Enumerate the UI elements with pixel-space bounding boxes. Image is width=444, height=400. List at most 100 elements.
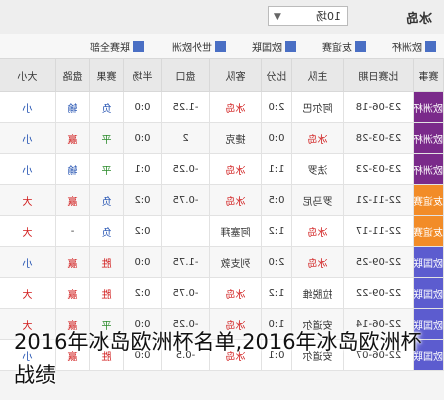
competition-cell: 友谊赛 — [413, 215, 444, 247]
filter-friendly[interactable]: 友谊赛 — [322, 39, 366, 54]
result-cell: 负 — [89, 215, 124, 247]
score-cell: 2:0 — [261, 91, 292, 123]
date-cell: 22-09-22 — [343, 277, 414, 309]
competition-filters: 欧洲杯 友谊赛 欧国联 世外欧洲 联赛全部 — [0, 34, 444, 59]
column-header: 半场 — [123, 58, 162, 92]
match-count-value: 10场 — [316, 10, 341, 23]
result-cell: 胜 — [89, 246, 124, 278]
table-row[interactable]: 欧国联 22-09-22 拉脱维 1:2 冰岛 -0.75 0:2 胜赢大 — [0, 277, 444, 309]
column-header: 客队 — [209, 58, 262, 92]
date-cell: 23-03-28 — [343, 122, 414, 154]
checkbox-icon[interactable] — [285, 41, 296, 52]
table-row[interactable]: 欧洲杯 23-03-23 法罗 1:1 冰岛 -0.25 0:1 平输小 — [0, 153, 444, 185]
checkbox-icon[interactable] — [425, 41, 436, 52]
handicap-line-cell: -1.75 — [161, 246, 210, 278]
handicap-result-cell: 输 — [55, 91, 90, 123]
handicap-line-cell: -0.75 — [161, 277, 210, 309]
home-team-cell: 拉脱维 — [291, 277, 344, 309]
home-team-cell: 冰岛 — [291, 246, 344, 278]
competition-cell: 欧国联 — [413, 246, 444, 278]
home-team-cell: 冰岛 — [291, 215, 344, 247]
halftime-cell: 0:0 — [123, 91, 162, 123]
over-under-cell: 小 — [0, 153, 56, 185]
filter-label: 友谊赛 — [322, 43, 352, 54]
date-cell: 22-11-17 — [343, 215, 414, 247]
checkbox-icon[interactable] — [355, 41, 366, 52]
top-bar: 冰岛 10场 ▼ — [0, 0, 444, 35]
filter-nations[interactable]: 欧国联 — [252, 39, 296, 54]
competition-cell: 欧洲杯 — [413, 122, 444, 154]
team-name: 冰岛 — [405, 12, 432, 27]
column-header: 盘路 — [55, 58, 90, 92]
competition-cell: 友谊赛 — [413, 184, 444, 216]
handicap-result-cell: - — [55, 215, 90, 247]
away-team-cell: 冰岛 — [209, 153, 262, 185]
match-count-select[interactable]: 10场 ▼ — [268, 6, 348, 26]
column-header: 赛果 — [89, 58, 124, 92]
home-team-cell: 法罗 — [291, 153, 344, 185]
filter-label: 欧国联 — [252, 43, 282, 54]
handicap-result-cell: 赢 — [55, 277, 90, 309]
column-header: 主队 — [291, 58, 344, 92]
score-cell: 1:2 — [261, 277, 292, 309]
result-cell: 负 — [89, 184, 124, 216]
table-row[interactable]: 欧洲杯 23-06-18 阿尔巴 2:0 冰岛 -1.25 0:0 负输小 — [0, 91, 444, 123]
filter-all[interactable]: 联赛全部 — [90, 39, 144, 54]
handicap-line-cell: -1.25 — [161, 91, 210, 123]
filter-euro[interactable]: 欧洲杯 — [392, 39, 436, 54]
home-team-cell: 冰岛 — [291, 122, 344, 154]
over-under-cell: 大 — [0, 215, 56, 247]
score-cell: 0:5 — [261, 184, 292, 216]
handicap-line-cell — [161, 215, 210, 247]
score-cell: 1:2 — [261, 215, 292, 247]
table-row[interactable]: 欧国联 22-09-25 冰岛 2:0 列支敦 -1.75 0:0 胜赢小 — [0, 246, 444, 278]
away-team-cell: 列支敦 — [209, 246, 262, 278]
image-caption: 2016年冰岛欧洲杯名单,2016年冰岛欧洲杯战绩 — [14, 330, 422, 387]
over-under-cell: 大 — [0, 184, 56, 216]
halftime-cell: 0:0 — [123, 122, 162, 154]
table-row[interactable]: 友谊赛 22-11-17 冰岛 1:2 阿塞拜 0:2 负 - 大 — [0, 215, 444, 247]
table-row[interactable]: 欧洲杯 23-03-28 冰岛 0:0 捷克 2 0:0 平赢小 — [0, 122, 444, 154]
score-cell: 0:0 — [261, 122, 292, 154]
match-history-table: 赛事 比赛日期 主队 比分 客队 盘口 半场 赛果 盘路 大小 欧洲杯 23-06… — [0, 58, 444, 371]
handicap-line-cell: -0.75 — [161, 184, 210, 216]
filter-label: 世外欧洲 — [172, 43, 212, 54]
away-team-cell: 冰岛 — [209, 91, 262, 123]
checkbox-icon[interactable] — [215, 41, 226, 52]
date-cell: 23-06-18 — [343, 91, 414, 123]
away-team-cell: 捷克 — [209, 122, 262, 154]
away-team-cell: 冰岛 — [209, 184, 262, 216]
handicap-line-cell: -0.25 — [161, 153, 210, 185]
column-header: 大小 — [0, 58, 56, 92]
column-header: 盘口 — [161, 58, 210, 92]
column-header: 比赛日期 — [343, 58, 414, 92]
result-cell: 负 — [89, 91, 124, 123]
competition-cell: 欧国联 — [413, 277, 444, 309]
halftime-cell: 0:2 — [123, 215, 162, 247]
over-under-cell: 小 — [0, 122, 56, 154]
date-cell: 22-09-25 — [343, 246, 414, 278]
chevron-down-icon: ▼ — [274, 12, 281, 22]
result-cell: 平 — [89, 122, 124, 154]
over-under-cell: 大 — [0, 277, 56, 309]
halftime-cell: 0:2 — [123, 277, 162, 309]
halftime-cell: 0:1 — [123, 153, 162, 185]
over-under-cell: 小 — [0, 91, 56, 123]
handicap-line-cell: 2 — [161, 122, 210, 154]
competition-cell: 欧洲杯 — [413, 153, 444, 185]
result-cell: 胜 — [89, 277, 124, 309]
filter-wcq[interactable]: 世外欧洲 — [172, 39, 226, 54]
halftime-cell: 0:0 — [123, 246, 162, 278]
score-cell: 2:0 — [261, 246, 292, 278]
score-cell: 1:1 — [261, 153, 292, 185]
over-under-cell: 小 — [0, 246, 56, 278]
column-header: 比分 — [261, 58, 292, 92]
table-row[interactable]: 友谊赛 22-11-21 罗马尼 0:5 冰岛 -0.75 0:2 负赢大 — [0, 184, 444, 216]
checkbox-icon[interactable] — [133, 41, 144, 52]
column-header: 赛事 — [413, 58, 444, 92]
table-header: 赛事 比赛日期 主队 比分 客队 盘口 半场 赛果 盘路 大小 — [0, 58, 444, 92]
result-cell: 平 — [89, 153, 124, 185]
handicap-result-cell: 赢 — [55, 246, 90, 278]
away-team-cell: 阿塞拜 — [209, 215, 262, 247]
filter-label: 欧洲杯 — [392, 43, 422, 54]
